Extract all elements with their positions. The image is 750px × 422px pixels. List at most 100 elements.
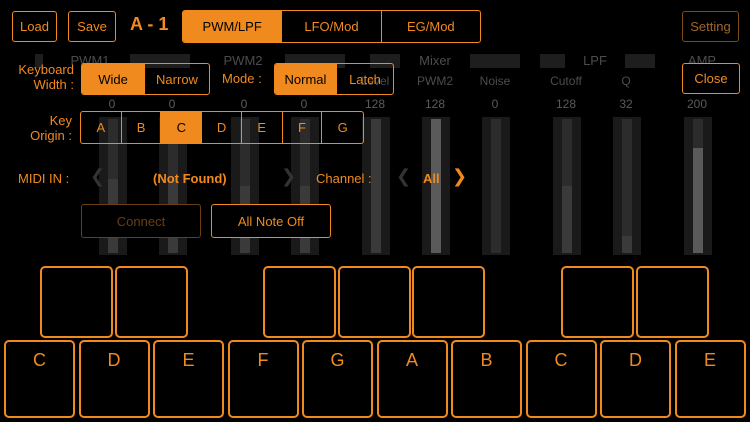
slider-track[interactable] [482,117,510,255]
slider-value: 0 [491,97,499,111]
white-key[interactable]: F [227,340,299,418]
group-lpf: LPF [583,53,607,68]
keyboard-width-label: Keyboard Width : [18,62,74,92]
white-key[interactable]: C [4,340,75,418]
midi-in-label: MIDI IN : [18,171,70,186]
slider-value: 0 [240,97,248,111]
slider-value: 0 [300,97,308,111]
black-key[interactable] [412,266,485,338]
setting-button[interactable]: Setting [682,11,739,42]
channel-value: All [423,171,440,186]
connect-button[interactable]: Connect [81,204,201,238]
white-key-label: D [107,350,121,370]
slider-value: 0 [168,97,176,111]
key-origin-label: Key Origin : [30,113,72,143]
slider-value: 128 [424,97,446,111]
group-bar-lpf-right [625,54,655,68]
slider-label-q: Q [621,74,631,88]
key-origin-f[interactable]: F [283,112,323,143]
tab-pwm-lpf[interactable]: PWM/LPF [183,11,283,42]
slider-label-noise: Noise [479,74,511,88]
white-key-label: D [629,350,642,370]
slider-label-cutoff: Cutoff [550,74,582,88]
white-key[interactable]: G [302,340,373,418]
channel-label: Channel : [316,171,372,186]
mode-normal-option[interactable]: Normal [275,64,337,94]
group-bar-lpf [540,54,565,68]
width-wide-option[interactable]: Wide [82,64,146,94]
white-key[interactable]: B [451,340,522,418]
midi-next-icon[interactable]: ❯ [281,166,296,187]
black-key[interactable] [115,266,188,338]
slider-fill [693,148,703,253]
black-key[interactable] [636,266,709,338]
slider-value: 0 [108,97,116,111]
white-key-label: E [182,350,195,370]
slider-rail [431,119,441,253]
width-narrow-option[interactable]: Narrow [145,64,209,94]
slider-track[interactable] [422,117,450,255]
slider-fill [371,119,381,253]
slider-fill [562,186,572,253]
group-pwm2: PWM2 [223,53,263,68]
slider-track[interactable] [553,117,581,255]
white-key[interactable]: E [674,340,746,418]
slider-label-pwm2: PWM2 [417,74,453,88]
load-button[interactable]: Load [12,11,57,42]
key-origin-e[interactable]: E [242,112,283,143]
save-button[interactable]: Save [68,11,116,42]
white-key-label: C [554,350,568,370]
slider-value: 128 [364,97,386,111]
midi-prev-icon[interactable]: ❮ [90,166,105,187]
slider-rail [622,119,632,253]
mode-label: Mode : [222,71,262,86]
slider-rail [693,119,703,253]
white-key-label: A [405,350,418,370]
white-key[interactable]: D [78,340,150,418]
white-key-label: B [480,350,493,370]
slider-track[interactable] [684,117,712,255]
tab-lfo-mod[interactable]: LFO/Mod [282,11,382,42]
slider-rail [491,119,501,253]
white-key-label: G [330,350,345,370]
white-key-label: F [257,350,269,370]
slider-value: 32 [619,97,633,111]
slider-rail [562,119,572,253]
black-key[interactable] [263,266,336,338]
slider-fill [431,119,441,253]
key-origin-b[interactable]: B [122,112,162,143]
white-key[interactable]: C [525,340,597,418]
key-origin-c[interactable]: C [161,112,203,143]
close-button[interactable]: Close [682,63,740,94]
black-key[interactable] [40,266,113,338]
white-key[interactable]: A [376,340,448,418]
preset-name: A - 1 [130,14,169,34]
white-key[interactable]: D [600,340,671,418]
all-note-off-button[interactable]: All Note Off [211,204,331,238]
slider-value: 128 [555,97,577,111]
slider-fill [622,236,632,253]
slider-track[interactable] [362,117,390,255]
black-key[interactable] [338,266,411,338]
slider-rail [371,119,381,253]
mode-latch-option[interactable]: Latch [337,64,393,94]
mode-selector: Normal Latch [274,63,394,95]
channel-next-icon[interactable]: ❯ [452,166,467,187]
key-origin-a[interactable]: A [81,112,122,143]
key-origin-selector: A B C D E F G [80,111,364,144]
main-tabs: PWM/LPF LFO/Mod EG/Mod [182,10,481,43]
midi-device-name: (Not Found) [153,171,227,186]
slider-value: 200 [686,97,708,111]
group-mixer: Mixer [419,53,451,68]
group-bar-mixer-right [470,54,520,68]
tab-eg-mod[interactable]: EG/Mod [382,11,480,42]
slider-track[interactable] [613,117,641,255]
white-key-label: E [703,350,716,370]
white-key-label: C [33,350,46,370]
white-key[interactable]: E [153,340,224,418]
black-key[interactable] [561,266,634,338]
key-origin-g[interactable]: G [322,112,363,143]
key-origin-d[interactable]: D [202,112,242,143]
keyboard-width-selector: Wide Narrow [81,63,210,95]
channel-prev-icon[interactable]: ❮ [396,166,411,187]
